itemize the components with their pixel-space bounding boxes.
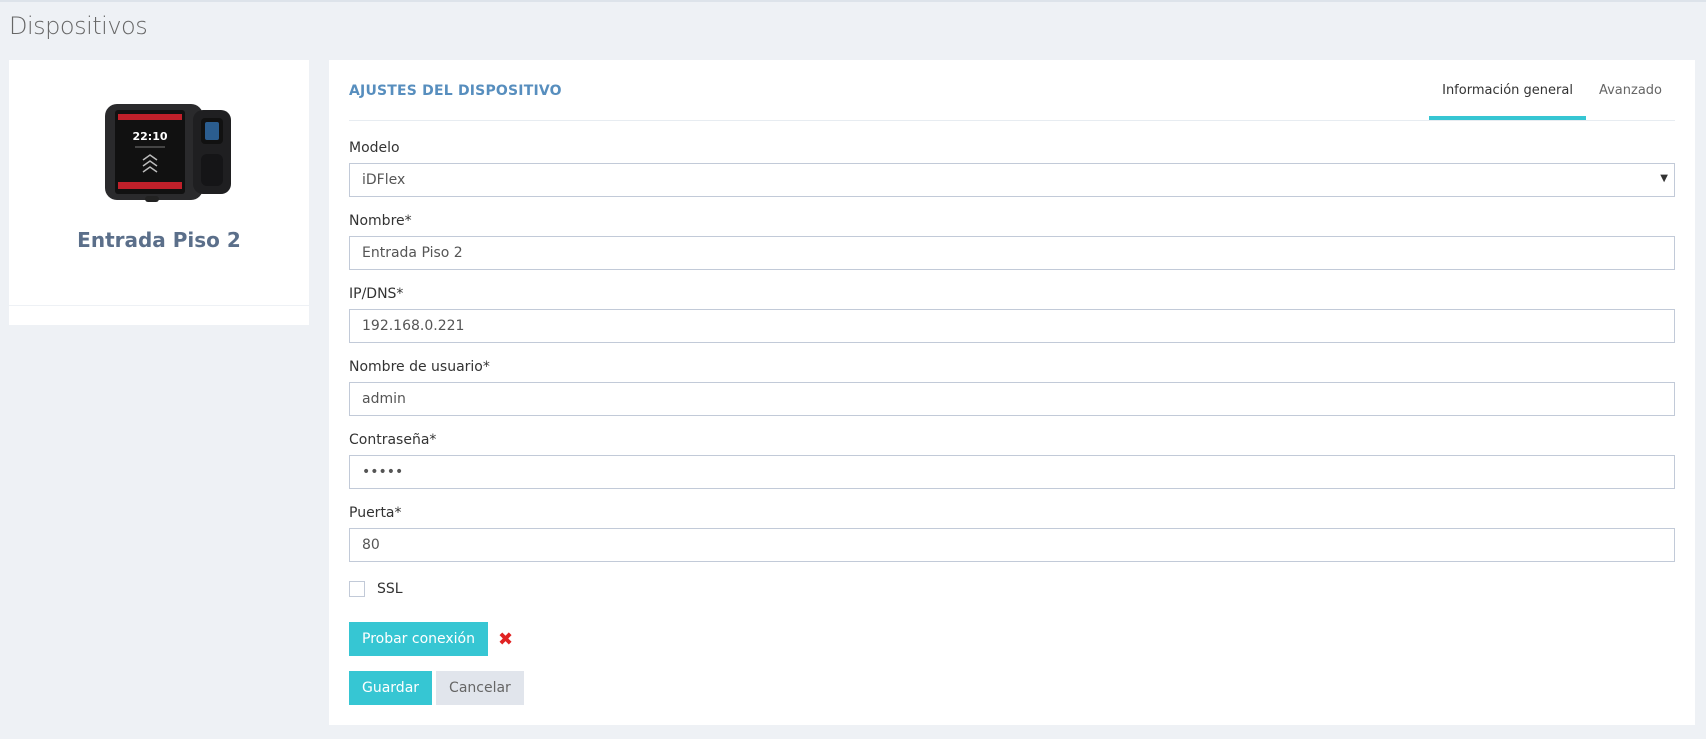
puerta-value: 80	[362, 537, 380, 553]
save-button[interactable]: Guardar	[349, 671, 433, 705]
test-connection-button[interactable]: Probar conexión	[349, 622, 488, 656]
field-contrasena: Contraseña* •••••	[349, 432, 1675, 489]
device-form: Modelo iDFlex ▼ Nombre* Entrada Piso 2 I…	[349, 140, 1675, 705]
test-row: Probar conexión ✖	[349, 622, 1675, 656]
modelo-label: Modelo	[349, 140, 400, 156]
action-row: Guardar Cancelar	[349, 671, 1675, 705]
field-nombre: Nombre* Entrada Piso 2	[349, 213, 1675, 270]
nombre-value: Entrada Piso 2	[362, 245, 463, 261]
usuario-value: admin	[362, 391, 406, 407]
panel-header: AJUSTES DEL DISPOSITIVO Información gene…	[349, 60, 1675, 121]
contrasena-input[interactable]: •••••	[349, 455, 1675, 489]
ssl-checkbox[interactable]	[349, 581, 365, 597]
device-card: 22:10 Entrada Piso 2	[9, 60, 309, 325]
contrasena-value: •••••	[362, 464, 404, 480]
usuario-input[interactable]: admin	[349, 382, 1675, 416]
nombre-label: Nombre*	[349, 213, 412, 229]
top-border	[0, 0, 1706, 2]
field-ip: IP/DNS* 192.168.0.221	[349, 286, 1675, 343]
device-name: Entrada Piso 2	[77, 228, 241, 252]
settings-panel: AJUSTES DEL DISPOSITIVO Información gene…	[329, 60, 1695, 725]
field-modelo: Modelo iDFlex ▼	[349, 140, 1675, 197]
modelo-value: iDFlex	[362, 172, 406, 188]
ip-value: 192.168.0.221	[362, 318, 465, 334]
fingerprint-terminal-icon: 22:10	[105, 104, 231, 202]
tab-avanzado[interactable]: Avanzado	[1586, 60, 1675, 120]
ip-label: IP/DNS*	[349, 286, 404, 302]
ssl-row: SSL	[349, 578, 1675, 600]
chevron-down-icon: ▼	[1660, 173, 1668, 184]
tabs: Información general Avanzado	[1429, 60, 1675, 120]
puerta-input[interactable]: 80	[349, 528, 1675, 562]
panel-title: AJUSTES DEL DISPOSITIVO	[349, 83, 562, 99]
x-mark-icon: ✖	[498, 628, 514, 650]
device-screen-time: 22:10	[132, 130, 167, 143]
modelo-select[interactable]: iDFlex ▼	[349, 163, 1675, 197]
card-divider	[9, 305, 309, 306]
usuario-label: Nombre de usuario*	[349, 359, 490, 375]
ip-input[interactable]: 192.168.0.221	[349, 309, 1675, 343]
ssl-label: SSL	[377, 581, 403, 597]
cancel-button[interactable]: Cancelar	[436, 671, 524, 705]
page-title: Dispositivos	[9, 12, 148, 40]
field-usuario: Nombre de usuario* admin	[349, 359, 1675, 416]
tab-informacion-general[interactable]: Información general	[1429, 60, 1586, 120]
nombre-input[interactable]: Entrada Piso 2	[349, 236, 1675, 270]
contrasena-label: Contraseña*	[349, 432, 437, 448]
puerta-label: Puerta*	[349, 505, 402, 521]
field-puerta: Puerta* 80	[349, 505, 1675, 562]
